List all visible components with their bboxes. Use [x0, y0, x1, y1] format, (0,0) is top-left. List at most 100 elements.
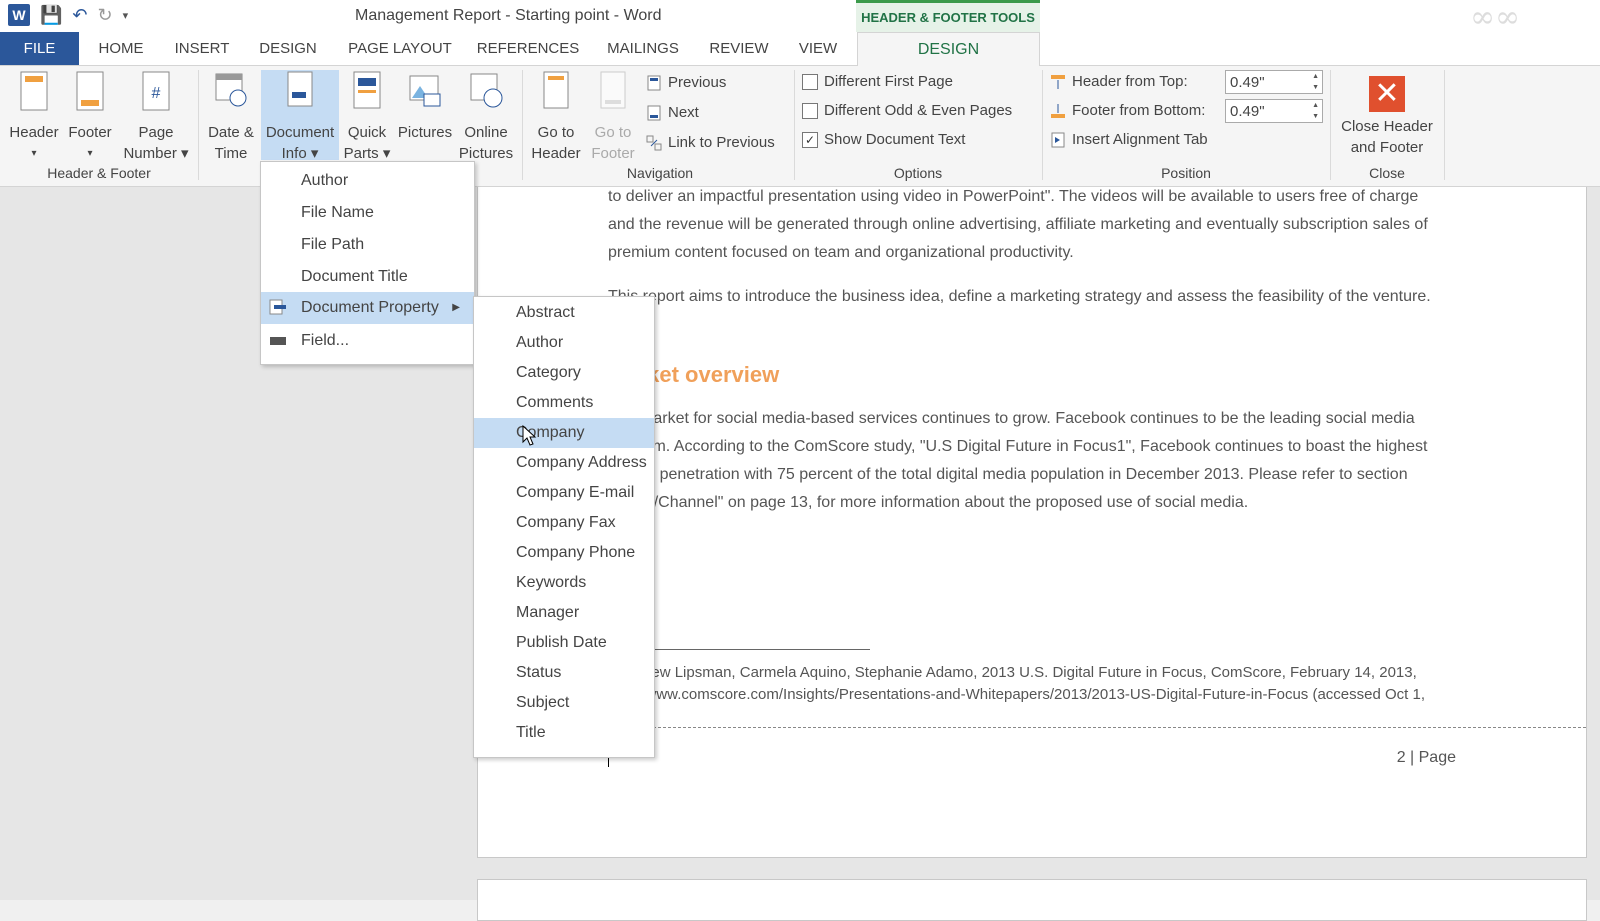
submenu-arrow-icon: ▶: [452, 302, 460, 313]
menu-item-author[interactable]: Author: [261, 166, 474, 196]
footer-label: Footer: [68, 124, 112, 141]
tab-design[interactable]: DESIGN: [250, 32, 326, 65]
property-subject[interactable]: Subject: [474, 688, 654, 718]
tab-review[interactable]: REVIEW: [702, 32, 776, 65]
previous-button[interactable]: Previous: [646, 74, 726, 91]
tab-insert[interactable]: INSERT: [165, 32, 239, 65]
footer-button[interactable]: Footer ▾: [62, 70, 118, 164]
property-company-fax[interactable]: Company Fax: [474, 508, 654, 538]
pictures-label: Pictures: [397, 124, 453, 141]
next-button[interactable]: Next: [646, 104, 699, 121]
spin-arrows-icon[interactable]: ▲ ▼: [1312, 71, 1319, 93]
property-keywords[interactable]: Keywords: [474, 568, 654, 598]
link-icon: [646, 135, 662, 150]
different-first-page-checkbox[interactable]: Different First Page: [802, 73, 953, 90]
previous-icon: [647, 75, 661, 90]
group-separator: [1444, 70, 1445, 180]
different-odd-even-checkbox[interactable]: Different Odd & Even Pages: [802, 102, 1012, 119]
page-number-label-2: Number ▾: [123, 145, 189, 162]
checkbox-checked[interactable]: ✓: [802, 131, 818, 148]
word-logo-icon: W: [8, 4, 30, 26]
online-pictures-button[interactable]: Online Pictures: [456, 70, 516, 164]
window-title: Management Report - Starting point - Wor…: [355, 7, 662, 24]
menu-item-file-name[interactable]: File Name: [261, 198, 474, 228]
group-separator: [1330, 70, 1331, 180]
tab-references[interactable]: REFERENCES: [472, 32, 584, 65]
ribbon-tabs: FILE HOME INSERT DESIGN PAGE LAYOUT REFE…: [0, 32, 1600, 66]
property-category[interactable]: Category: [474, 358, 654, 388]
footer-icon: [76, 71, 104, 111]
property-publish-date[interactable]: Publish Date: [474, 628, 654, 658]
field-icon: [270, 337, 286, 345]
group-separator: [794, 70, 795, 180]
quick-parts-button[interactable]: Quick Parts ▾: [341, 70, 393, 164]
go-to-footer-button[interactable]: Go to Footer: [583, 70, 643, 164]
customize-qat-icon[interactable]: ▾: [123, 9, 129, 22]
page-number-label-1: Page: [138, 124, 174, 141]
group-label-navigation: Navigation: [626, 165, 694, 181]
show-document-text-checkbox[interactable]: ✓ Show Document Text: [802, 131, 965, 148]
menu-item-document-title[interactable]: Document Title: [261, 262, 474, 292]
footer-from-bottom-input[interactable]: 0.49" ▲ ▼: [1225, 99, 1323, 123]
footer-from-bottom-value: 0.49": [1230, 103, 1265, 120]
property-manager[interactable]: Manager: [474, 598, 654, 628]
online-pictures-label-1: Online: [464, 124, 508, 141]
property-company-email[interactable]: Company E-mail: [474, 478, 654, 508]
document-area: to deliver an impactful presentation usi…: [0, 187, 1600, 921]
menu-item-file-path[interactable]: File Path: [261, 230, 474, 260]
date-time-button[interactable]: Date & Time: [202, 70, 260, 164]
group-separator: [1042, 70, 1043, 180]
calendar-clock-icon: [215, 73, 247, 107]
next-icon: [647, 105, 661, 120]
tab-page-layout[interactable]: PAGE LAYOUT: [340, 32, 460, 65]
group-label-close: Close: [1369, 165, 1405, 181]
go-to-header-button[interactable]: Go to Header: [526, 70, 586, 164]
property-author[interactable]: Author: [474, 328, 654, 358]
header-from-top-label: Header from Top:: [1072, 73, 1188, 90]
redo-icon[interactable]: ↻: [98, 5, 113, 26]
tab-hf-design[interactable]: DESIGN: [857, 32, 1040, 66]
tab-mailings[interactable]: MAILINGS: [596, 32, 690, 65]
property-company[interactable]: Company: [474, 418, 654, 448]
footer-from-bottom-label: Footer from Bottom:: [1072, 102, 1206, 119]
go-to-footer-icon: [600, 71, 626, 109]
tab-view[interactable]: VIEW: [788, 32, 848, 65]
footnote: 1 Andrew Lipsman, Carmela Aquino, Stepha…: [608, 664, 1426, 725]
property-abstract[interactable]: Abstract: [474, 298, 654, 328]
property-comments[interactable]: Comments: [474, 388, 654, 418]
property-company-address[interactable]: Company Address: [474, 448, 654, 478]
spin-arrows-icon[interactable]: ▲ ▼: [1312, 100, 1319, 122]
undo-icon[interactable]: ↶: [72, 5, 87, 26]
menu-item-document-property[interactable]: Document Property ▶: [261, 292, 474, 324]
link-to-previous-label: Link to Previous: [668, 134, 775, 151]
date-time-label-2: Time: [214, 145, 248, 162]
link-to-previous-button[interactable]: Link to Previous: [646, 134, 775, 151]
group-label-header-footer: Header & Footer: [47, 165, 151, 181]
property-title[interactable]: Title: [474, 718, 654, 748]
footer-position-icon: [1051, 103, 1065, 118]
checkbox-unchecked[interactable]: [802, 102, 818, 119]
document-info-button[interactable]: Document Info ▾: [261, 70, 339, 162]
header-label: Header: [9, 124, 59, 141]
paragraph-2: This report aims to introduce the busine…: [608, 288, 1431, 305]
property-status[interactable]: Status: [474, 658, 654, 688]
header-button[interactable]: Header ▾: [6, 70, 62, 164]
menu-item-field[interactable]: Field...: [261, 326, 474, 356]
property-company-phone[interactable]: Company Phone: [474, 538, 654, 568]
header-from-top-input[interactable]: 0.49" ▲ ▼: [1225, 70, 1323, 94]
footer-dropdown-arrow: ▾: [87, 148, 93, 159]
group-label-options: Options: [893, 165, 943, 181]
tab-file[interactable]: FILE: [0, 32, 79, 65]
close-header-footer-button[interactable]: ✕ Close Header and Footer: [1334, 70, 1440, 158]
different-first-page-label: Different First Page: [824, 73, 953, 90]
document-property-icon: [269, 299, 286, 315]
tab-home[interactable]: HOME: [84, 32, 158, 65]
go-to-header-label-2: Header: [531, 145, 581, 162]
pictures-button[interactable]: Pictures: [396, 70, 454, 143]
save-icon[interactable]: 💾: [40, 5, 62, 26]
paragraph-1: to deliver an impactful presentation usi…: [608, 188, 1428, 261]
checkbox-unchecked[interactable]: [802, 73, 818, 90]
page-number-button[interactable]: # Page Number ▾: [118, 70, 194, 164]
insert-alignment-tab-button[interactable]: Insert Alignment Tab: [1050, 131, 1208, 148]
page-number-icon: #: [142, 71, 170, 111]
